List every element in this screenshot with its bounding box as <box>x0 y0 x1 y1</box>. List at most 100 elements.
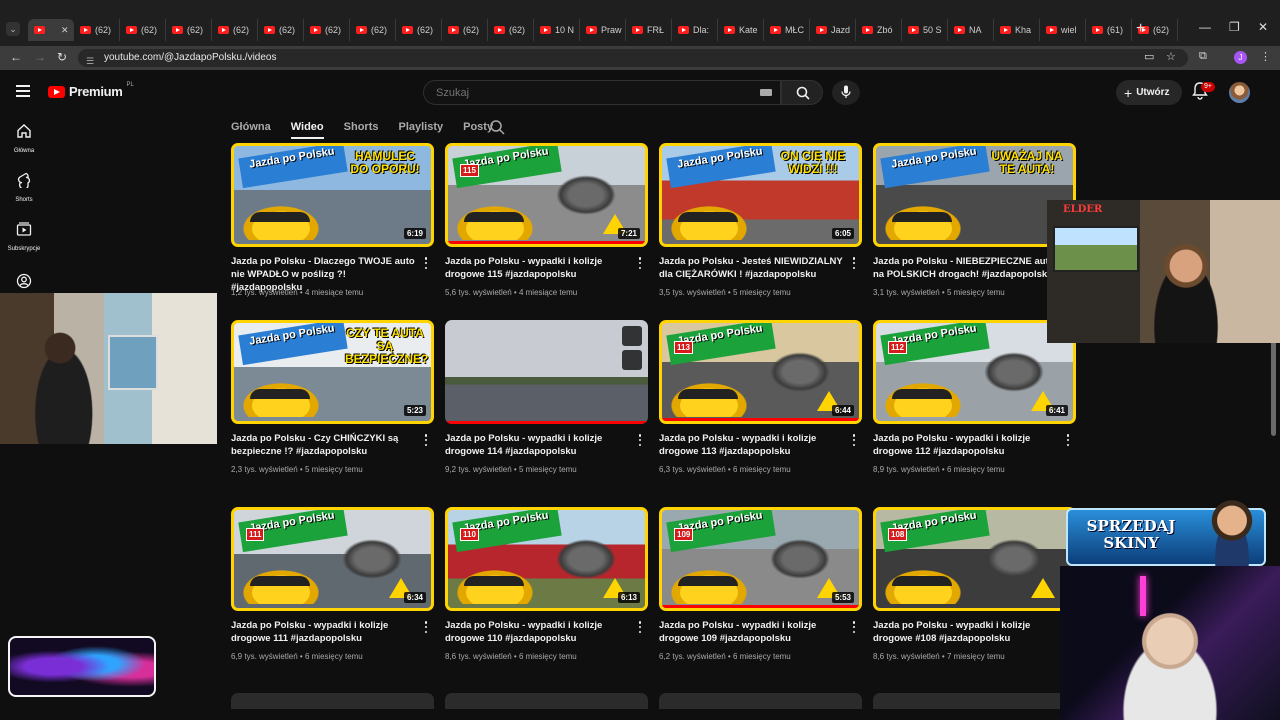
url-field[interactable]: ☰ youtube.com/@JazdapoPolsku./videos <box>78 49 1188 67</box>
browser-tab[interactable]: NA <box>948 19 994 41</box>
browser-tab[interactable]: (62) <box>396 19 442 41</box>
video-title[interactable]: Jazda po Polsku - wypadki i kolizje drog… <box>231 619 419 645</box>
channel-search-icon[interactable] <box>489 119 505 135</box>
guide-item-shorts[interactable]: Shorts <box>0 163 48 212</box>
browser-tab[interactable]: Zbó <box>856 19 902 41</box>
browser-tab[interactable]: Kate <box>718 19 764 41</box>
browser-tab[interactable]: (62) <box>304 19 350 41</box>
video-thumbnail-partial[interactable] <box>659 693 862 709</box>
video-title[interactable]: Jazda po Polsku - wypadki i kolizje drog… <box>873 619 1061 645</box>
video-title[interactable]: Jazda po Polsku - wypadki i kolizje drog… <box>659 432 847 458</box>
extensions-icon[interactable]: ⧉ <box>1199 50 1207 63</box>
add-to-queue-icon[interactable] <box>622 350 642 370</box>
browser-tab[interactable]: (62) <box>258 19 304 41</box>
video-title[interactable]: Jazda po Polsku - wypadki i kolizje drog… <box>659 619 847 645</box>
browser-tab[interactable]: 50 S <box>902 19 948 41</box>
browser-tab[interactable]: (62) <box>350 19 396 41</box>
maximize-icon[interactable]: ❐ <box>1229 20 1240 34</box>
video-title[interactable]: Jazda po Polsku - Czy CHIŃCZYKI są bezpi… <box>231 432 419 458</box>
video-thumbnail-partial[interactable] <box>873 693 1076 709</box>
youtube-logo[interactable]: Premium PL <box>48 82 134 99</box>
youtube-favicon-icon <box>402 26 413 34</box>
reload-icon[interactable]: ↻ <box>57 50 67 64</box>
search-input[interactable] <box>424 81 724 104</box>
more-actions-icon[interactable] <box>852 257 856 269</box>
video-title[interactable]: Jazda po Polsku - wypadki i kolizje drog… <box>445 432 633 458</box>
close-window-icon[interactable]: ✕ <box>1258 20 1268 34</box>
video-title[interactable]: Jazda po Polsku - wypadki i kolizje drog… <box>873 432 1061 458</box>
new-tab-icon[interactable]: + <box>1136 20 1145 38</box>
video-thumbnail[interactable]: Jazda po Polsku UWAŻAJ NA TE AUTA! <box>873 143 1076 247</box>
video-title[interactable]: Jazda po Polsku - wypadki i kolizje drog… <box>445 255 633 281</box>
more-actions-icon[interactable] <box>424 257 428 269</box>
browser-tab[interactable]: FRŁ <box>626 19 672 41</box>
video-thumbnail[interactable]: Jazda po Polsku 109 5:53 <box>659 507 862 611</box>
cast-icon[interactable]: ▭ <box>1144 50 1154 63</box>
more-actions-icon[interactable] <box>852 621 856 633</box>
keyboard-icon[interactable] <box>760 89 772 96</box>
video-title[interactable]: Jazda po Polsku - NIEBEZPIECZNE auta na … <box>873 255 1061 281</box>
watch-later-icon[interactable] <box>622 326 642 346</box>
account-avatar[interactable] <box>1229 82 1250 103</box>
browser-tab[interactable]: (61) <box>1086 19 1132 41</box>
browser-profile-avatar[interactable]: J <box>1234 51 1247 64</box>
tab-search-icon[interactable]: ⌄ <box>6 22 20 36</box>
video-thumbnail[interactable]: Jazda po Polsku ON CIĘ NIE WIDZI !!! 6:05 <box>659 143 862 247</box>
streamer-tag: ELDER <box>1063 204 1103 215</box>
forward-icon[interactable]: → <box>34 50 46 64</box>
tab-główna[interactable]: Główna <box>231 121 271 133</box>
more-actions-icon[interactable] <box>638 621 642 633</box>
browser-tab[interactable]: Praw <box>580 19 626 41</box>
site-info-icon[interactable]: ☰ <box>86 52 94 70</box>
browser-tab[interactable]: (62) <box>212 19 258 41</box>
tab-playlisty[interactable]: Playlisty <box>398 121 443 133</box>
menu-icon[interactable] <box>16 85 30 97</box>
more-actions-icon[interactable] <box>638 257 642 269</box>
browser-tab[interactable]: (62) <box>488 19 534 41</box>
create-button[interactable]: + Utwórz <box>1116 80 1182 105</box>
browser-tab[interactable]: 10 N <box>534 19 580 41</box>
video-thumbnail[interactable]: Jazda po Polsku 113 6:44 <box>659 320 862 424</box>
video-thumbnail-partial[interactable] <box>231 693 434 709</box>
browser-tab[interactable]: (62) <box>120 19 166 41</box>
voice-search-button[interactable] <box>832 80 860 105</box>
video-thumbnail[interactable]: Jazda po Polsku 108 <box>873 507 1076 611</box>
view-count: 9,2 tys. wyświetleń <box>445 465 512 474</box>
bookmark-star-icon[interactable]: ☆ <box>1166 50 1176 63</box>
browser-menu-icon[interactable]: ⋮ <box>1260 50 1271 63</box>
browser-tab[interactable]: Kha <box>994 19 1040 41</box>
browser-tab[interactable]: Jazd <box>810 19 856 41</box>
yellow-car-mascot <box>664 566 754 604</box>
browser-tab[interactable]: (62) <box>166 19 212 41</box>
video-thumbnail-partial[interactable] <box>445 693 648 709</box>
scrollbar-thumb[interactable] <box>1271 340 1276 436</box>
back-icon[interactable]: ← <box>10 50 22 64</box>
more-actions-icon[interactable] <box>424 621 428 633</box>
browser-tab[interactable]: MŁC <box>764 19 810 41</box>
tab-wideo[interactable]: Wideo <box>290 121 324 139</box>
guide-item-główna[interactable]: Główna <box>0 114 48 163</box>
video-thumbnail[interactable]: Jazda po Polsku 115 7:21 <box>445 143 648 247</box>
browser-tab[interactable]: ✕ <box>28 19 74 41</box>
search-button[interactable] <box>781 80 823 105</box>
more-actions-icon[interactable] <box>1066 434 1070 446</box>
guide-item-subskrypcje[interactable]: Subskrypcje <box>0 212 48 261</box>
more-actions-icon[interactable] <box>852 434 856 446</box>
video-thumbnail[interactable] <box>445 320 648 424</box>
video-thumbnail[interactable]: Jazda po Polsku 111 6:34 <box>231 507 434 611</box>
video-thumbnail[interactable]: Jazda po Polsku 110 6:13 <box>445 507 648 611</box>
minimize-icon[interactable]: — <box>1199 20 1211 34</box>
video-thumbnail[interactable]: Jazda po Polsku 112 6:41 <box>873 320 1076 424</box>
browser-tab[interactable]: (62) <box>74 19 120 41</box>
close-tab-icon[interactable]: ✕ <box>61 25 69 36</box>
more-actions-icon[interactable] <box>424 434 428 446</box>
video-title[interactable]: Jazda po Polsku - Jesteś NIEWIDZIALNY dl… <box>659 255 847 281</box>
browser-tab[interactable]: wiel <box>1040 19 1086 41</box>
video-thumbnail[interactable]: Jazda po Polsku CZY TE AUTA SĄ BEZPIECZNE… <box>231 320 434 424</box>
more-actions-icon[interactable] <box>638 434 642 446</box>
tab-shorts[interactable]: Shorts <box>344 121 379 133</box>
video-thumbnail[interactable]: Jazda po Polsku HAMULEC DO OPORU! 6:19 <box>231 143 434 247</box>
browser-tab[interactable]: Dla: <box>672 19 718 41</box>
video-title[interactable]: Jazda po Polsku - wypadki i kolizje drog… <box>445 619 633 645</box>
browser-tab[interactable]: (62) <box>442 19 488 41</box>
